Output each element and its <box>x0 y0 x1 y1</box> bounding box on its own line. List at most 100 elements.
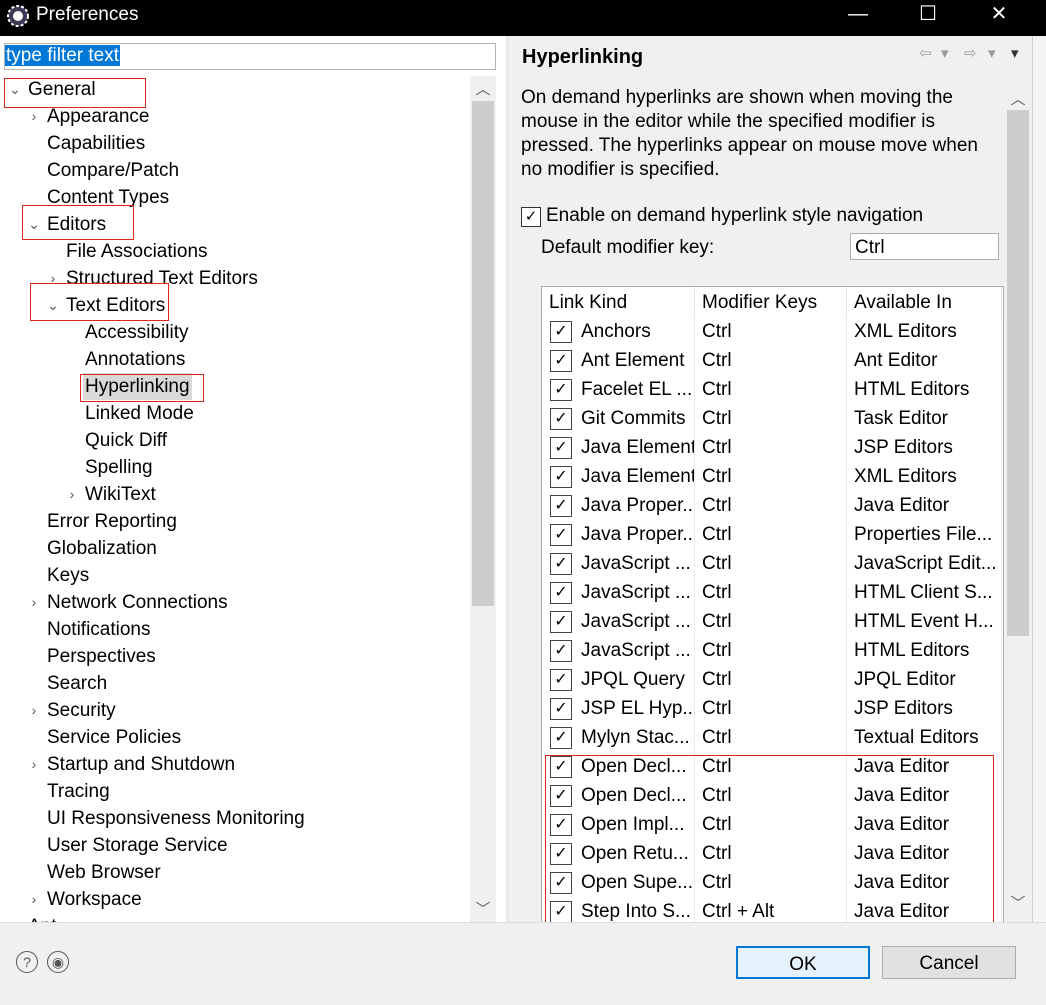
table-row[interactable]: ✓ JavaScript ... Ctrl JavaScript Edit... <box>542 549 1003 578</box>
row-checkbox[interactable]: ✓ <box>550 524 572 546</box>
modifier-keys-cell: Ctrl <box>695 462 847 491</box>
tree-item-error-reporting[interactable]: Error Reporting <box>0 508 470 535</box>
row-checkbox[interactable]: ✓ <box>550 640 572 662</box>
table-row[interactable]: ✓ Java Proper... Ctrl Properties File... <box>542 520 1003 549</box>
minimize-button[interactable]: — <box>834 0 882 30</box>
table-row[interactable]: ✓ JSP EL Hyp... Ctrl JSP Editors <box>542 694 1003 723</box>
tree-item-label: Spelling <box>85 457 153 478</box>
tree-item-globalization[interactable]: Globalization <box>0 535 470 562</box>
row-checkbox[interactable]: ✓ <box>550 553 572 575</box>
enable-hyperlink-checkbox[interactable]: ✓ <box>521 207 541 227</box>
tree-item-startup-and-shutdown[interactable]: › Startup and Shutdown <box>0 751 470 778</box>
table-row[interactable]: ✓ JavaScript ... Ctrl HTML Event H... <box>542 607 1003 636</box>
scroll-down-icon[interactable]: ﹀ <box>1005 892 1031 914</box>
tree-item-quick-diff[interactable]: Quick Diff <box>0 427 470 454</box>
maximize-button[interactable]: ☐ <box>904 0 952 30</box>
link-kind-cell: ✓ Facelet EL ... <box>542 375 695 404</box>
row-checkbox[interactable]: ✓ <box>550 698 572 720</box>
row-checkbox[interactable]: ✓ <box>550 321 572 343</box>
table-row[interactable]: ✓ Java Element Ctrl JSP Editors <box>542 433 1003 462</box>
link-kind-text: Anchors <box>581 321 651 342</box>
row-checkbox[interactable]: ✓ <box>550 495 572 517</box>
row-checkbox[interactable]: ✓ <box>550 582 572 604</box>
tree-item-file-associations[interactable]: File Associations <box>0 238 470 265</box>
column-header-link-kind[interactable]: Link Kind <box>542 287 695 317</box>
page-scrollbar[interactable]: ︿ ﹀ <box>1005 86 1031 918</box>
cancel-button[interactable]: Cancel <box>882 946 1016 979</box>
scroll-up-icon[interactable]: ︿ <box>1005 88 1031 110</box>
tree-item-label: Tracing <box>47 781 110 802</box>
tree-item-security[interactable]: › Security <box>0 697 470 724</box>
tree-item-linked-mode[interactable]: Linked Mode <box>0 400 470 427</box>
link-kind-text: Java Proper... <box>581 495 695 516</box>
tree-item-annotations[interactable]: Annotations <box>0 346 470 373</box>
expand-chevron-icon[interactable]: › <box>27 886 41 913</box>
tree-item-tracing[interactable]: Tracing <box>0 778 470 805</box>
table-row[interactable]: ✓ JPQL Query Ctrl JPQL Editor <box>542 665 1003 694</box>
table-row[interactable]: ✓ Mylyn Stac... Ctrl Textual Editors <box>542 723 1003 752</box>
row-checkbox[interactable]: ✓ <box>550 727 572 749</box>
tree-item-perspectives[interactable]: Perspectives <box>0 643 470 670</box>
tree-item-ui-responsiveness-monitoring[interactable]: UI Responsiveness Monitoring <box>0 805 470 832</box>
table-row[interactable]: ✓ Facelet EL ... Ctrl HTML Editors <box>542 375 1003 404</box>
tree-item-service-policies[interactable]: Service Policies <box>0 724 470 751</box>
forward-dropdown-icon[interactable]: ▾ <box>988 44 996 62</box>
modifier-keys-cell: Ctrl <box>695 491 847 520</box>
row-checkbox[interactable]: ✓ <box>550 669 572 691</box>
expand-chevron-icon[interactable]: › <box>65 481 79 508</box>
check-icon: ✓ <box>524 208 538 225</box>
page-scrollbar-thumb[interactable] <box>1007 110 1029 636</box>
row-checkbox[interactable]: ✓ <box>550 437 572 459</box>
row-checkbox[interactable]: ✓ <box>550 379 572 401</box>
modifier-key-input[interactable]: Ctrl <box>850 233 999 260</box>
tree-item-compare-patch[interactable]: Compare/Patch <box>0 157 470 184</box>
tree-item-keys[interactable]: Keys <box>0 562 470 589</box>
table-row[interactable]: ✓ Java Element Ctrl XML Editors <box>542 462 1003 491</box>
record-macro-icon[interactable]: ◉ <box>47 951 69 973</box>
tree-item-capabilities[interactable]: Capabilities <box>0 130 470 157</box>
tree-item-notifications[interactable]: Notifications <box>0 616 470 643</box>
link-kind-cell: ✓ JavaScript ... <box>542 607 695 636</box>
tree-item-web-browser[interactable]: Web Browser <box>0 859 470 886</box>
available-in-text: Task Editor <box>854 408 948 429</box>
table-row[interactable]: ✓ Ant Element Ctrl Ant Editor <box>542 346 1003 375</box>
scroll-up-icon[interactable]: ︿ <box>470 78 496 100</box>
available-in-text: Textual Editors <box>854 727 979 748</box>
tree-item-spelling[interactable]: Spelling <box>0 454 470 481</box>
tree-scrollbar[interactable]: ︿ ﹀ <box>470 76 496 922</box>
tree-item-workspace[interactable]: › Workspace <box>0 886 470 913</box>
table-row[interactable]: ✓ Java Proper... Ctrl Java Editor <box>542 491 1003 520</box>
tree-item-wikitext[interactable]: › WikiText <box>0 481 470 508</box>
row-checkbox[interactable]: ✓ <box>550 466 572 488</box>
expand-chevron-icon[interactable]: › <box>27 589 41 616</box>
close-button[interactable]: ✕ <box>975 0 1023 30</box>
filter-input[interactable]: type filter text <box>4 43 496 70</box>
column-header-available-in[interactable]: Available In <box>847 287 1002 317</box>
tree-item-hyperlinking[interactable]: Hyperlinking <box>0 373 470 400</box>
check-icon: ✓ <box>554 468 568 485</box>
back-icon[interactable]: ⇦ <box>919 44 932 62</box>
view-menu-icon[interactable]: ▾ <box>1011 44 1019 62</box>
back-dropdown-icon[interactable]: ▾ <box>941 44 949 62</box>
tree-scrollbar-thumb[interactable] <box>472 101 494 606</box>
expand-chevron-icon[interactable]: › <box>27 751 41 778</box>
row-checkbox[interactable]: ✓ <box>550 408 572 430</box>
table-row[interactable]: ✓ JavaScript ... Ctrl HTML Client S... <box>542 578 1003 607</box>
expand-chevron-icon[interactable]: › <box>27 697 41 724</box>
tree-item-user-storage-service[interactable]: User Storage Service <box>0 832 470 859</box>
row-checkbox[interactable]: ✓ <box>550 611 572 633</box>
ok-button[interactable]: OK <box>736 946 870 979</box>
table-row[interactable]: ✓ Anchors Ctrl XML Editors <box>542 317 1003 346</box>
help-icon[interactable]: ? <box>16 951 38 973</box>
row-checkbox[interactable]: ✓ <box>550 350 572 372</box>
forward-icon[interactable]: ⇨ <box>964 44 977 62</box>
column-header-modifier-keys[interactable]: Modifier Keys <box>695 287 847 317</box>
expand-chevron-icon[interactable]: › <box>8 913 22 922</box>
tree-item-search[interactable]: Search <box>0 670 470 697</box>
scroll-down-icon[interactable]: ﹀ <box>470 898 496 920</box>
table-row[interactable]: ✓ JavaScript ... Ctrl HTML Editors <box>542 636 1003 665</box>
table-row[interactable]: ✓ Git Commits Ctrl Task Editor <box>542 404 1003 433</box>
tree-item-network-connections[interactable]: › Network Connections <box>0 589 470 616</box>
tree-item-accessibility[interactable]: Accessibility <box>0 319 470 346</box>
tree-item-ant[interactable]: › Ant <box>0 913 470 922</box>
